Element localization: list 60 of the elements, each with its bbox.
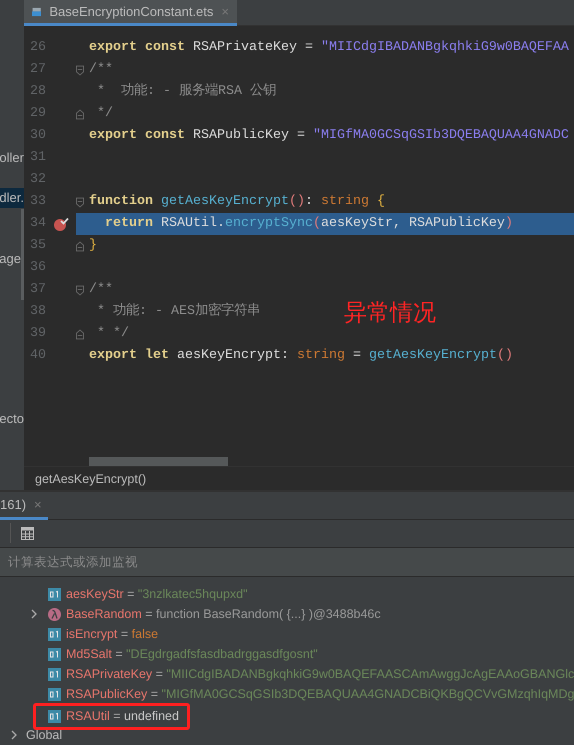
annotation-text: 异常情况 xyxy=(344,299,436,328)
debug-tab[interactable]: 161) × xyxy=(0,492,48,520)
code-line: * 功能: - AES加密字符串 xyxy=(96,304,260,319)
code-line: export const RSAPrivateKey = "MIICdgIBADANBgkqhkiG9w0BAQEFAA xyxy=(89,40,569,55)
code-line: export let aesKeyEncrypt: string = getAesKeyEncrypt() xyxy=(89,348,513,363)
code-line: } xyxy=(89,238,97,253)
close-icon[interactable]: × xyxy=(34,494,42,514)
breakpoint-icon[interactable] xyxy=(54,217,68,231)
table-icon[interactable] xyxy=(21,526,34,540)
primitive-icon xyxy=(48,648,61,660)
primitive-icon xyxy=(48,668,61,680)
tree-item[interactable]: ecto xyxy=(0,409,24,429)
line-number: 29 xyxy=(29,105,46,123)
fold-icon[interactable] xyxy=(76,64,84,76)
code-line: */ xyxy=(96,106,113,121)
line-number: 35 xyxy=(29,237,46,255)
code-line: /** xyxy=(89,62,113,77)
fold-icon[interactable] xyxy=(76,240,84,252)
lambda-icon xyxy=(48,608,61,620)
primitive-icon xyxy=(48,710,61,723)
line-number: 34 xyxy=(29,215,46,233)
line-number: 27 xyxy=(29,61,46,79)
fold-icon[interactable] xyxy=(76,108,84,120)
variable-text[interactable]: Md5Salt = "DEgdrgadfsfasdbadrggasdfgosnt" xyxy=(66,644,318,664)
tree-item[interactable]: oller xyxy=(0,148,24,168)
code-line: /** xyxy=(89,282,113,297)
line-number: 32 xyxy=(29,171,46,189)
code-line: export const RSAPublicKey = "MIGfMA0GCSqGSIb3DQEBAQUAA4GNADC xyxy=(89,128,569,143)
line-number: 33 xyxy=(29,193,46,211)
line-number: 38 xyxy=(29,303,46,321)
variable-text[interactable]: aesKeyStr = "3nzlkatec5hqupxd" xyxy=(66,584,248,604)
tree-item[interactable]: dler. xyxy=(0,188,24,208)
code-line: * 功能: - 服务端RSA 公钥 xyxy=(96,84,276,99)
fold-icon[interactable] xyxy=(76,328,84,340)
variable-text[interactable]: BaseRandom = function BaseRandom( {...} )@3488b46c xyxy=(66,604,381,624)
code-line: return RSAUtil.encryptSync(aesKeyStr, RSAPublicKey) xyxy=(104,216,513,231)
scope-label[interactable]: Global xyxy=(26,726,62,744)
line-number: 31 xyxy=(29,149,46,167)
editor-tab[interactable]: BaseEncryptionConstant.ets × xyxy=(24,0,237,26)
line-number: 28 xyxy=(29,83,46,101)
tree-item[interactable]: age xyxy=(0,249,21,269)
variable-text[interactable]: isEncrypt = false xyxy=(66,624,158,644)
evaluate-field[interactable]: 计算表达式或添加监视 xyxy=(0,548,574,577)
primitive-icon xyxy=(48,688,61,700)
variable-text[interactable]: RSAPrivateKey = "MIICdgIBADANBgkqhkiG9w0BAQEFAASCAmAwggJcAgEAAoGBANGlc xyxy=(66,664,574,684)
code-line: function getAesKeyEncrypt(): string { xyxy=(89,194,385,209)
primitive-icon xyxy=(48,628,61,640)
line-number: 40 xyxy=(29,347,46,365)
line-number: 37 xyxy=(29,281,46,299)
variable-text[interactable]: RSAUtil = undefined xyxy=(66,707,179,726)
line-number: 26 xyxy=(29,39,46,57)
line-number: 36 xyxy=(29,259,46,277)
primitive-icon xyxy=(48,588,61,600)
line-number: 39 xyxy=(29,325,46,343)
code-line: * */ xyxy=(96,326,129,341)
line-number: 30 xyxy=(29,127,46,145)
scrollbar-thumb[interactable] xyxy=(89,457,228,466)
variable-text[interactable]: RSAPublicKey = "MIGfMA0GCSqGSIb3DQEBAQUAA4GNADCBiQKBgQCVvGMzqhIqMDg xyxy=(66,684,574,704)
fold-icon[interactable] xyxy=(76,196,84,208)
fold-icon[interactable] xyxy=(76,284,84,296)
